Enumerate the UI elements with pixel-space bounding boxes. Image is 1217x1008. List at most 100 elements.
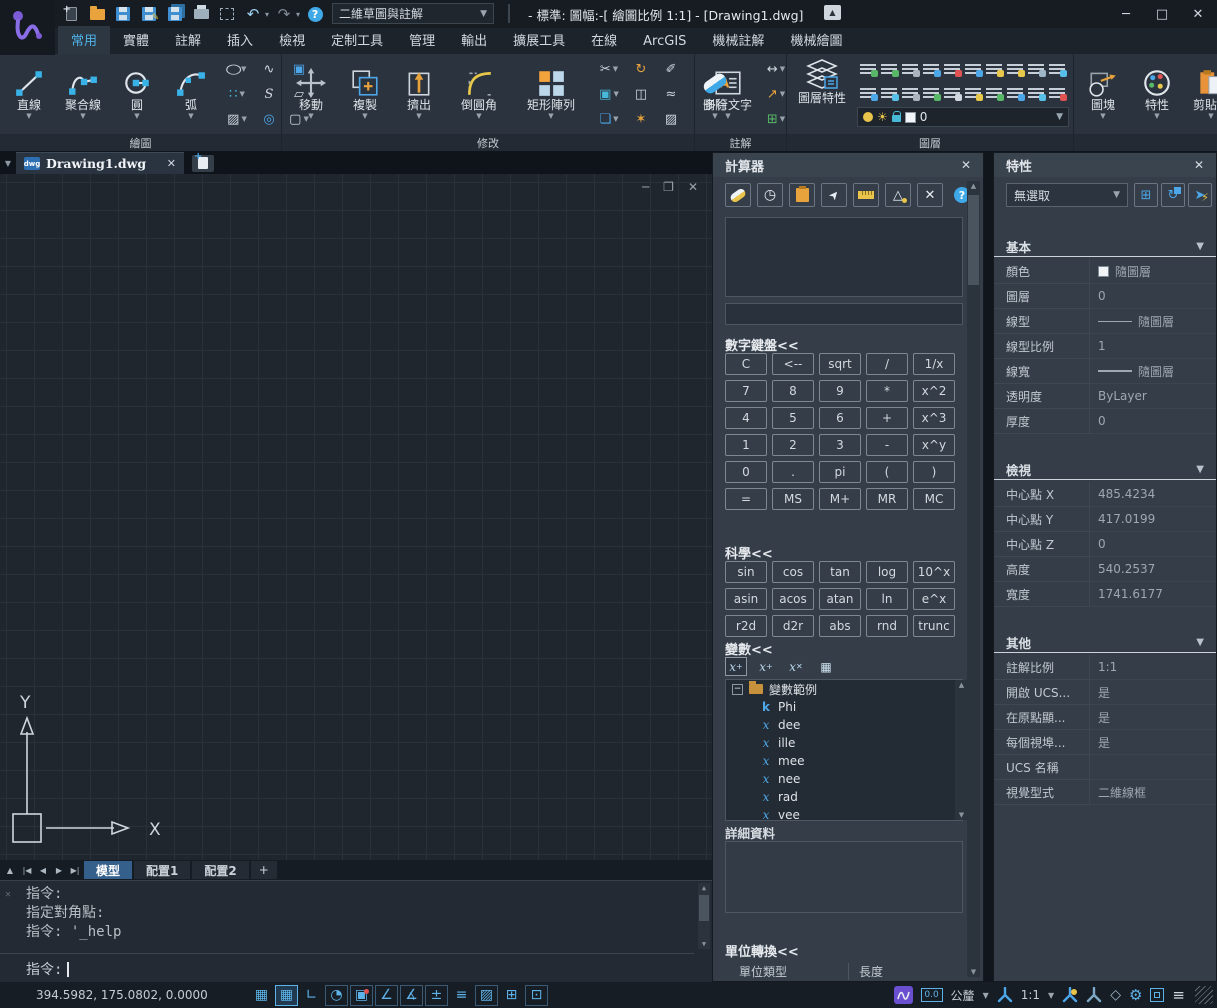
variable-item[interactable]: xvee (726, 806, 962, 821)
units-section-header[interactable]: 單位轉換<< (725, 941, 799, 960)
selection-filter-icon[interactable]: ◇ (1110, 987, 1121, 1003)
calc-key[interactable]: x^2 (913, 380, 955, 402)
break-icon[interactable]: ✶ (626, 112, 656, 127)
mtext-button[interactable]: A 多行文字 ▼ (699, 68, 757, 120)
scroll-up-icon[interactable]: ▲ (967, 182, 980, 190)
measure-angle-icon[interactable]: △ (885, 183, 911, 207)
layer-tool-icon[interactable] (986, 88, 1002, 99)
units-label[interactable]: 公釐 (951, 987, 975, 1004)
property-value[interactable]: 0 (1090, 284, 1216, 309)
property-value[interactable]: 0 (1090, 532, 1216, 557)
measure-distance-icon[interactable] (853, 183, 879, 207)
chevron-down-icon[interactable]: ▼ (983, 991, 989, 1000)
variables-tree-root[interactable]: −變數範例 (726, 680, 962, 698)
calc-sci-key[interactable]: abs (819, 615, 861, 637)
layer-tool-icon[interactable] (1007, 64, 1023, 75)
calc-key[interactable]: pi (819, 461, 861, 483)
object-snap-tracking-icon[interactable]: ∠ (375, 985, 398, 1006)
layer-tool-icon[interactable] (902, 88, 918, 99)
undo-icon[interactable]: ↶ (242, 3, 264, 25)
add-layout-button[interactable]: + (251, 861, 277, 879)
layer-properties-button[interactable]: 圖層特性 (791, 59, 853, 105)
calc-key[interactable]: - (866, 434, 908, 456)
units-precision-icon[interactable]: 0.0 (921, 988, 943, 1002)
property-value[interactable]: 1:1 (1090, 655, 1216, 680)
spline-icon[interactable]: S (254, 87, 284, 102)
status-menu-icon[interactable]: ≡ (1172, 986, 1185, 1004)
command-scrollbar[interactable]: ▲ ▼ (698, 883, 710, 949)
layer-tool-icon[interactable] (1049, 88, 1065, 99)
offset-icon[interactable]: ▣▼ (592, 87, 626, 102)
calc-sci-key[interactable]: 10^x (913, 561, 955, 583)
ribbon-tab-7[interactable]: 管理 (396, 26, 448, 54)
join-icon[interactable]: ≈ (656, 87, 686, 102)
ribbon-tab-2[interactable]: 實體 (110, 26, 162, 54)
calc-key[interactable]: <-- (772, 353, 814, 375)
delete-variable-icon[interactable]: x✕ (785, 657, 807, 676)
calc-key[interactable]: MS (772, 488, 814, 510)
calc-key[interactable]: ) (913, 461, 955, 483)
layer-tool-icon[interactable] (881, 64, 897, 75)
fillet-button[interactable]: 倒圓角 ▼ (448, 68, 510, 120)
scroll-up-icon[interactable]: ▲ (698, 884, 710, 892)
layer-tool-icon[interactable] (902, 64, 918, 75)
ribbon-tab-3[interactable]: 註解 (162, 26, 214, 54)
layer-tool-icon[interactable] (965, 64, 981, 75)
lineweight-icon[interactable]: ≡ (450, 985, 473, 1006)
drawing-minimize-icon[interactable]: ─ (642, 180, 649, 194)
snap-mode-icon[interactable]: ▦ (275, 985, 298, 1006)
scrollbar-thumb[interactable] (699, 895, 709, 921)
numpad-section-header[interactable]: 數字鍵盤<< (725, 335, 799, 354)
paste-to-commandline-icon[interactable] (789, 183, 815, 207)
calc-sci-key[interactable]: ln (866, 588, 908, 610)
ribbon-tab-5[interactable]: 檢視 (266, 26, 318, 54)
layer-tool-icon[interactable] (881, 88, 897, 99)
plot-preview-icon[interactable] (216, 3, 238, 25)
redo-dropdown-icon[interactable]: ▾ (296, 10, 300, 19)
calculator-history-box[interactable] (725, 217, 963, 297)
layer-tool-icon[interactable] (944, 64, 960, 75)
prev-layout-icon[interactable]: ◀ (36, 866, 50, 875)
calc-sci-key[interactable]: log (866, 561, 908, 583)
command-line-window[interactable]: ✕ 指令:指定對角點:指令: '_help 指令: ▲ ▼ (0, 880, 712, 982)
chevron-down-icon[interactable]: ▼ (1048, 991, 1054, 1000)
polar-tracking-icon[interactable]: ◔ (325, 985, 348, 1006)
calc-sci-key[interactable]: e^x (913, 588, 955, 610)
calc-sci-key[interactable]: tan (819, 561, 861, 583)
explode-icon[interactable]: ❏▼ (592, 112, 626, 127)
calc-key[interactable]: sqrt (819, 353, 861, 375)
calc-key[interactable]: C (725, 353, 767, 375)
annotation-visibility-icon[interactable] (1062, 987, 1078, 1003)
calc-sci-key[interactable]: sin (725, 561, 767, 583)
stretch-button[interactable]: 擠出 ▼ (394, 68, 444, 120)
scrollbar-thumb[interactable] (968, 195, 979, 285)
calc-key[interactable]: / (866, 353, 908, 375)
ribbon-tab-12[interactable]: 機械註解 (699, 26, 777, 54)
layer-tool-icon[interactable] (986, 64, 1002, 75)
ribbon-tab-11[interactable]: ArcGIS (630, 30, 699, 54)
property-value[interactable]: 隨圖層 (1090, 359, 1216, 384)
calc-key[interactable]: 9 (819, 380, 861, 402)
plot-icon[interactable] (190, 3, 212, 25)
properties-title-bar[interactable]: 特性 ✕ (994, 153, 1216, 177)
command-prompt[interactable]: 指令: (26, 959, 69, 979)
workspace-dropdown[interactable]: 二維草圖與註解 ▼ (332, 3, 494, 24)
expand-command-icon[interactable]: ▲ (2, 866, 18, 875)
section-header[interactable]: 其他▼ (994, 633, 1216, 653)
calc-key[interactable]: 0 (725, 461, 767, 483)
calculator-input-field[interactable] (725, 303, 963, 325)
drawing-canvas[interactable]: ─ ❐ ✕ Y X (0, 174, 712, 860)
app-logo[interactable] (0, 0, 55, 55)
annotation-scale-value[interactable]: 1:1 (1021, 988, 1040, 1002)
point-icon[interactable]: ∷▼ (220, 87, 254, 102)
help-icon[interactable]: ? (304, 3, 326, 25)
selection-dropdown[interactable]: 無選取 ▼ (1006, 183, 1128, 207)
maximize-button[interactable]: □ (1149, 7, 1175, 22)
annotation-autoscale-icon[interactable] (1086, 987, 1102, 1003)
history-icon[interactable]: ◷ (757, 183, 783, 207)
variables-tree[interactable]: −變數範例kPhixdeexillexmeexneexradxvee (725, 679, 963, 821)
calc-sci-key[interactable]: rnd (866, 615, 908, 637)
rotate-icon[interactable]: ↻ (626, 62, 656, 77)
layout-tab-layout2[interactable]: 配置2 (192, 861, 248, 879)
property-value[interactable]: 是 (1090, 705, 1216, 730)
